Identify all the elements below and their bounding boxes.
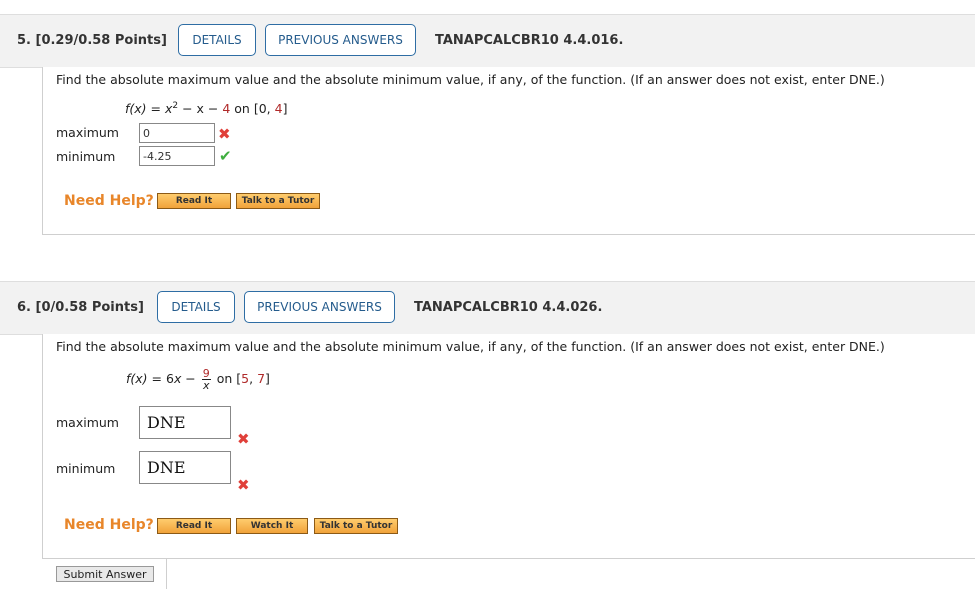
q6-body: Find the absolute maximum value and the … [42, 334, 975, 559]
q6-talk-tutor-button[interactable]: Talk to a Tutor [314, 518, 398, 534]
q5-previous-answers-button[interactable]: PREVIOUS ANSWERS [265, 24, 416, 56]
q6-fn-close: ] [265, 371, 270, 386]
q5-fn-close: ] [282, 101, 288, 117]
q5-need-help: Need Help? [64, 193, 154, 209]
q5-read-it-button[interactable]: Read It [157, 193, 231, 209]
q6-fn-sep: , [249, 371, 258, 386]
q6-details-button[interactable]: DETAILS [157, 291, 235, 323]
q5-talk-tutor-button[interactable]: Talk to a Tutor [236, 193, 320, 209]
q6-min-input[interactable] [139, 451, 231, 484]
q6-fn-prefix: f(x) = [126, 371, 166, 386]
q6-fraction: 9x [201, 368, 211, 392]
q6-fn-denominator: x [203, 379, 210, 392]
q6-function: f(x) = 6x − 9x on [5, 7] [126, 368, 270, 391]
q5-details-button[interactable]: DETAILS [178, 24, 256, 56]
x-mark-icon: ✖ [237, 430, 250, 448]
q6-watch-it-button[interactable]: Watch It [236, 518, 308, 534]
x-mark-icon: ✖ [218, 125, 231, 143]
q5-max-input[interactable] [139, 123, 215, 143]
q6-fn-on: on [ [212, 371, 242, 386]
q6-max-label: maximum [56, 415, 119, 430]
q6-fn-coef: 6 [165, 371, 174, 386]
q5-body: Find the absolute maximum value and the … [42, 67, 975, 235]
q6-header: 6. [0/0.58 Points] DETAILS PREVIOUS ANSW… [0, 281, 975, 335]
q6-fn-lower: 5 [241, 371, 250, 386]
q5-number: 5. [0.29/0.58 Points] [17, 33, 167, 48]
q5-fn-mid: − x − [178, 101, 223, 117]
q6-number: 6. [0/0.58 Points] [17, 300, 144, 315]
q6-need-help: Need Help? [64, 517, 154, 533]
q6-code: TANAPCALCBR10 4.4.026. [414, 300, 603, 315]
q5-code: TANAPCALCBR10 4.4.016. [435, 33, 624, 48]
q5-function: f(x) = x2 − x − 4 on [0, 4] [125, 101, 287, 116]
submit-answer-button[interactable]: Submit Answer [56, 566, 154, 582]
q5-header: 5. [0.29/0.58 Points] DETAILS PREVIOUS A… [0, 14, 975, 68]
q6-previous-answers-button[interactable]: PREVIOUS ANSWERS [244, 291, 395, 323]
q5-prompt: Find the absolute maximum value and the … [56, 72, 885, 87]
q5-max-label: maximum [56, 125, 119, 140]
q6-prompt: Find the absolute maximum value and the … [56, 339, 885, 354]
x-mark-icon: ✖ [237, 476, 250, 494]
q6-read-it-button[interactable]: Read It [157, 518, 231, 534]
check-mark-icon: ✔ [219, 147, 232, 165]
q5-min-input[interactable] [139, 146, 215, 166]
q6-max-input[interactable] [139, 406, 231, 439]
q6-fn-upper: 7 [257, 371, 266, 386]
submit-area-divider [166, 558, 167, 589]
q5-fn-prefix: f(x) = x [125, 101, 173, 117]
q5-fn-upper: 4 [274, 101, 283, 117]
q5-min-label: minimum [56, 149, 116, 164]
q6-min-label: minimum [56, 461, 116, 476]
q5-fn-on: on [0, [230, 101, 275, 117]
q6-fn-x: x − [173, 371, 200, 386]
